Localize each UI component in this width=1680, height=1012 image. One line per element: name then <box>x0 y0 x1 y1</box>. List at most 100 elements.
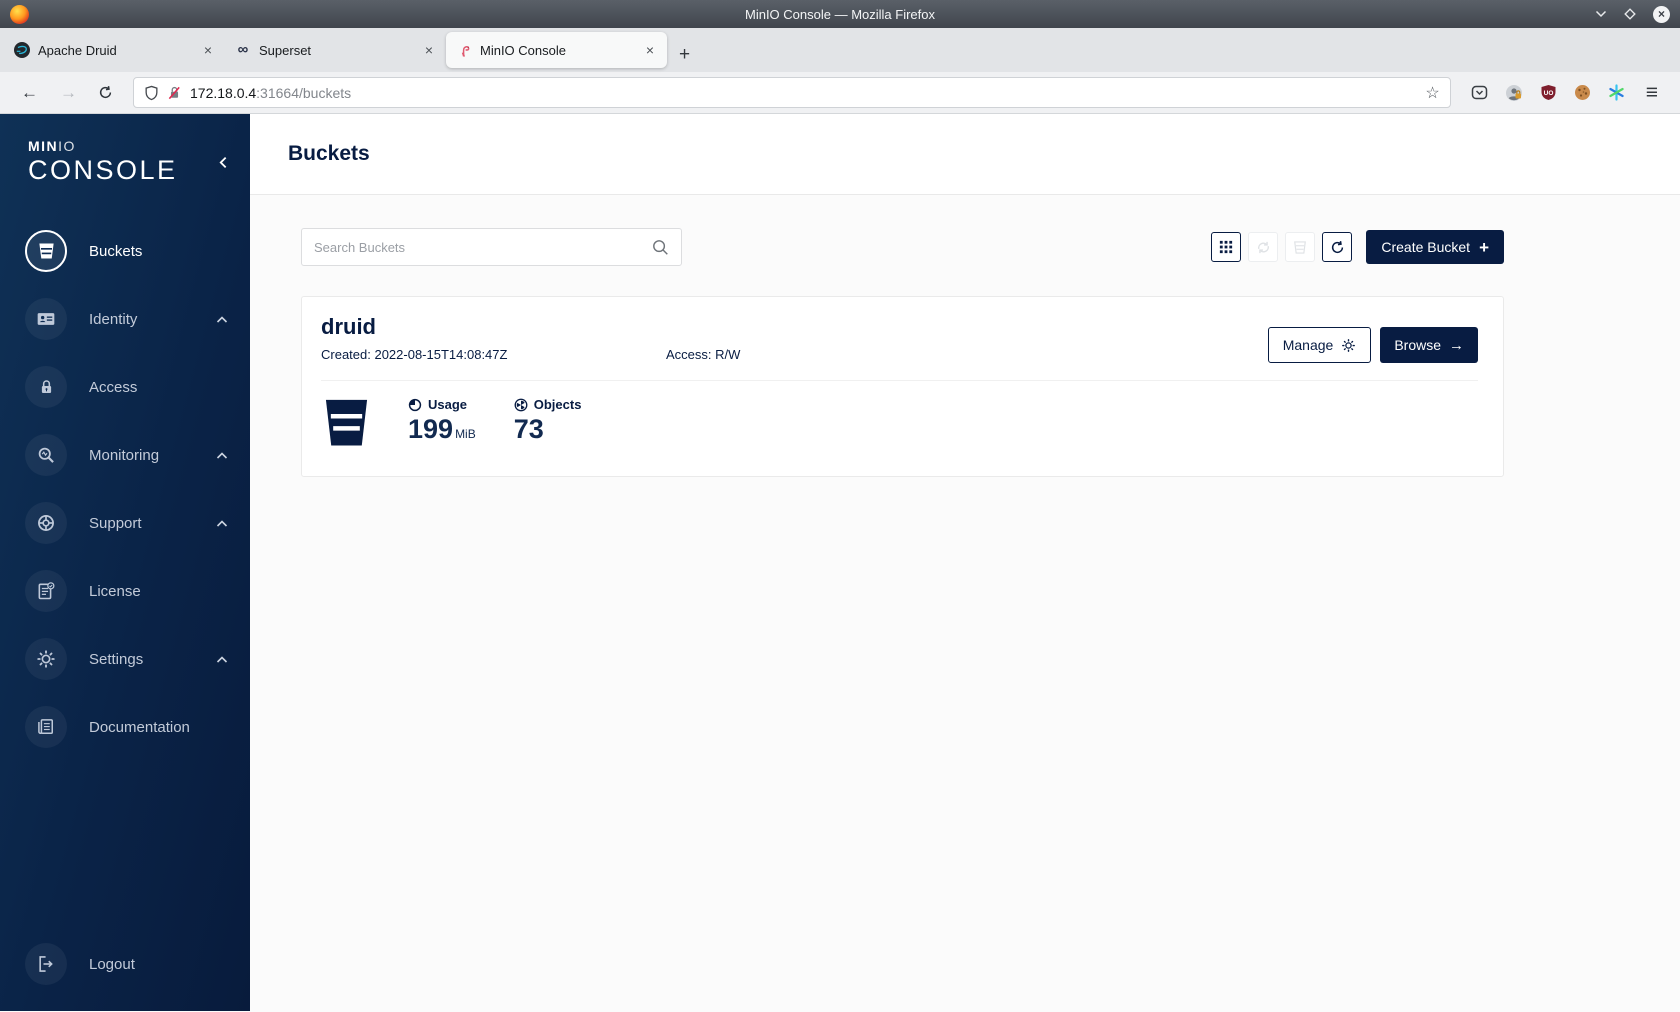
bucket-icon <box>25 230 67 273</box>
gear-icon <box>25 638 67 681</box>
usage-label: Usage <box>428 397 468 412</box>
menu-icon[interactable]: ≡ <box>1642 81 1662 105</box>
svg-text:UO: UO <box>1543 90 1553 97</box>
cookie-icon[interactable] <box>1574 84 1591 101</box>
bucket-created: Created: 2022-08-15T14:08:47Z <box>321 347 508 362</box>
arrow-right-icon: → <box>1449 336 1464 354</box>
refresh-button[interactable] <box>1322 232 1353 262</box>
documentation-icon <box>25 706 67 749</box>
bucket-access: Access: R/W <box>666 347 741 362</box>
new-tab-button[interactable]: + <box>667 44 702 72</box>
objects-label: Objects <box>533 397 582 412</box>
search-input[interactable] <box>314 239 652 255</box>
sidebar-item-logout[interactable]: Logout <box>25 943 232 985</box>
sidebar-item-label: Support <box>89 514 142 532</box>
sidebar-item-label: Access <box>89 378 138 396</box>
objects-icon <box>514 398 528 412</box>
delete-buckets-button-disabled[interactable] <box>1285 232 1316 262</box>
bucket-info: druid Created: 2022-08-15T14:08:47Z Acce… <box>321 314 740 362</box>
chevron-up-icon[interactable] <box>212 447 232 464</box>
grid-view-button[interactable] <box>1211 232 1242 262</box>
manage-button[interactable]: Manage <box>1267 327 1372 363</box>
superset-favicon: ∞ <box>237 41 249 58</box>
forward-button[interactable]: → <box>51 79 86 107</box>
chevron-up-icon[interactable] <box>212 311 232 328</box>
sidebar-item-label: Identity <box>89 310 138 328</box>
ublock-shield-icon[interactable]: UO <box>1540 84 1557 101</box>
usage-value: 199 <box>408 414 454 444</box>
plus-icon: + <box>1479 237 1489 257</box>
license-document-icon <box>25 570 67 613</box>
url-bar[interactable]: 172.18.0.4:31664/buckets ☆ <box>133 77 1451 108</box>
bucket-card-druid[interactable]: druid Created: 2022-08-15T14:08:47Z Acce… <box>301 296 1504 477</box>
sidebar-item-support[interactable]: Support <box>25 502 232 545</box>
search-box[interactable] <box>301 228 682 266</box>
chevron-up-icon[interactable] <box>212 515 232 532</box>
logout-icon <box>25 943 67 985</box>
sidebar-item-settings[interactable]: Settings <box>25 638 232 681</box>
page-header: Buckets <box>250 114 1680 195</box>
tab-apache-druid[interactable]: Apache Druid × <box>4 32 225 68</box>
sidebar-item-label: Buckets <box>89 242 143 260</box>
sidebar-item-label: Monitoring <box>89 446 160 464</box>
sidebar-item-label: Documentation <box>89 718 190 736</box>
sidebar-collapse-icon[interactable] <box>217 156 230 169</box>
sidebar-item-monitoring[interactable]: Monitoring <box>25 434 232 477</box>
sidebar-item-license[interactable]: License <box>25 570 232 613</box>
tab-close-icon[interactable]: × <box>199 40 217 60</box>
search-icon <box>652 239 669 256</box>
browser-toolbar: ← → 172.18.0.4:31664/buckets ☆ UO ≡ <box>0 72 1680 114</box>
tab-superset[interactable]: ∞ Superset × <box>225 32 446 68</box>
reload-button[interactable] <box>90 81 121 104</box>
usage-stat: Usage 199 MiB <box>408 397 476 445</box>
chevron-up-icon[interactable] <box>212 651 232 668</box>
tab-close-icon[interactable]: × <box>641 40 659 60</box>
sidebar-item-documentation[interactable]: Documentation <box>25 706 232 749</box>
window-close-icon[interactable]: × <box>1653 5 1670 23</box>
bookmark-star-icon[interactable]: ☆ <box>1425 83 1439 103</box>
page-title: Buckets <box>288 142 370 165</box>
sidebar-item-buckets[interactable]: Buckets <box>25 230 232 273</box>
bucket-name: druid <box>321 314 376 339</box>
containers-asterisk-icon[interactable] <box>1608 84 1625 101</box>
firefox-icon <box>10 4 29 24</box>
druid-favicon <box>14 42 30 58</box>
main-panel: Buckets Search Buckets Create Bucket + d… <box>250 114 1680 1011</box>
tracking-shield-icon[interactable] <box>144 85 159 101</box>
card-divider <box>321 380 1478 381</box>
sidebar-item-identity[interactable]: Identity <box>25 298 232 341</box>
sidebar-item-label: Logout <box>89 955 135 973</box>
browse-button[interactable]: Browse → <box>1380 327 1478 363</box>
create-bucket-button[interactable]: Create Bucket + <box>1366 230 1504 264</box>
tab-strip: Apache Druid × ∞ Superset × MinIO Consol… <box>0 28 1680 72</box>
pocket-icon[interactable] <box>1471 84 1488 101</box>
support-lifebuoy-icon <box>25 502 67 545</box>
sidebar-item-access[interactable]: Access <box>25 366 232 409</box>
minio-logo: MINIO CONSOLE <box>28 138 178 185</box>
gear-icon <box>1341 338 1356 353</box>
objects-value: 73 <box>513 414 544 444</box>
tab-close-icon[interactable]: × <box>420 40 438 60</box>
usage-unit: MiB <box>455 427 476 441</box>
sync-button-disabled[interactable] <box>1248 232 1279 262</box>
monitoring-search-icon <box>25 434 67 477</box>
objects-stat: Objects 73 <box>514 397 582 445</box>
lock-icon <box>25 366 67 409</box>
buckets-toolbar: Create Bucket + <box>301 228 1504 266</box>
window-maximize-icon[interactable] <box>1624 8 1636 20</box>
window-minimize-icon[interactable] <box>1595 10 1607 18</box>
minio-flamingo-favicon <box>456 42 472 58</box>
account-avatar-icon[interactable] <box>1505 84 1523 102</box>
minio-sidebar: MINIO CONSOLE Buckets Identity Access Mo… <box>0 114 250 1011</box>
usage-pie-icon <box>408 398 422 412</box>
insecure-lock-icon[interactable] <box>167 85 182 101</box>
bucket-icon-large <box>323 397 370 449</box>
tab-label: MinIO Console <box>480 42 566 58</box>
tab-label: Superset <box>259 42 312 58</box>
window-title: MinIO Console — Mozilla Firefox <box>745 6 935 22</box>
id-card-icon <box>25 298 67 341</box>
back-button[interactable]: ← <box>12 79 47 107</box>
tab-label: Apache Druid <box>38 42 117 58</box>
tab-minio-console[interactable]: MinIO Console × <box>446 32 667 68</box>
url-text: 172.18.0.4:31664/buckets <box>190 84 352 101</box>
